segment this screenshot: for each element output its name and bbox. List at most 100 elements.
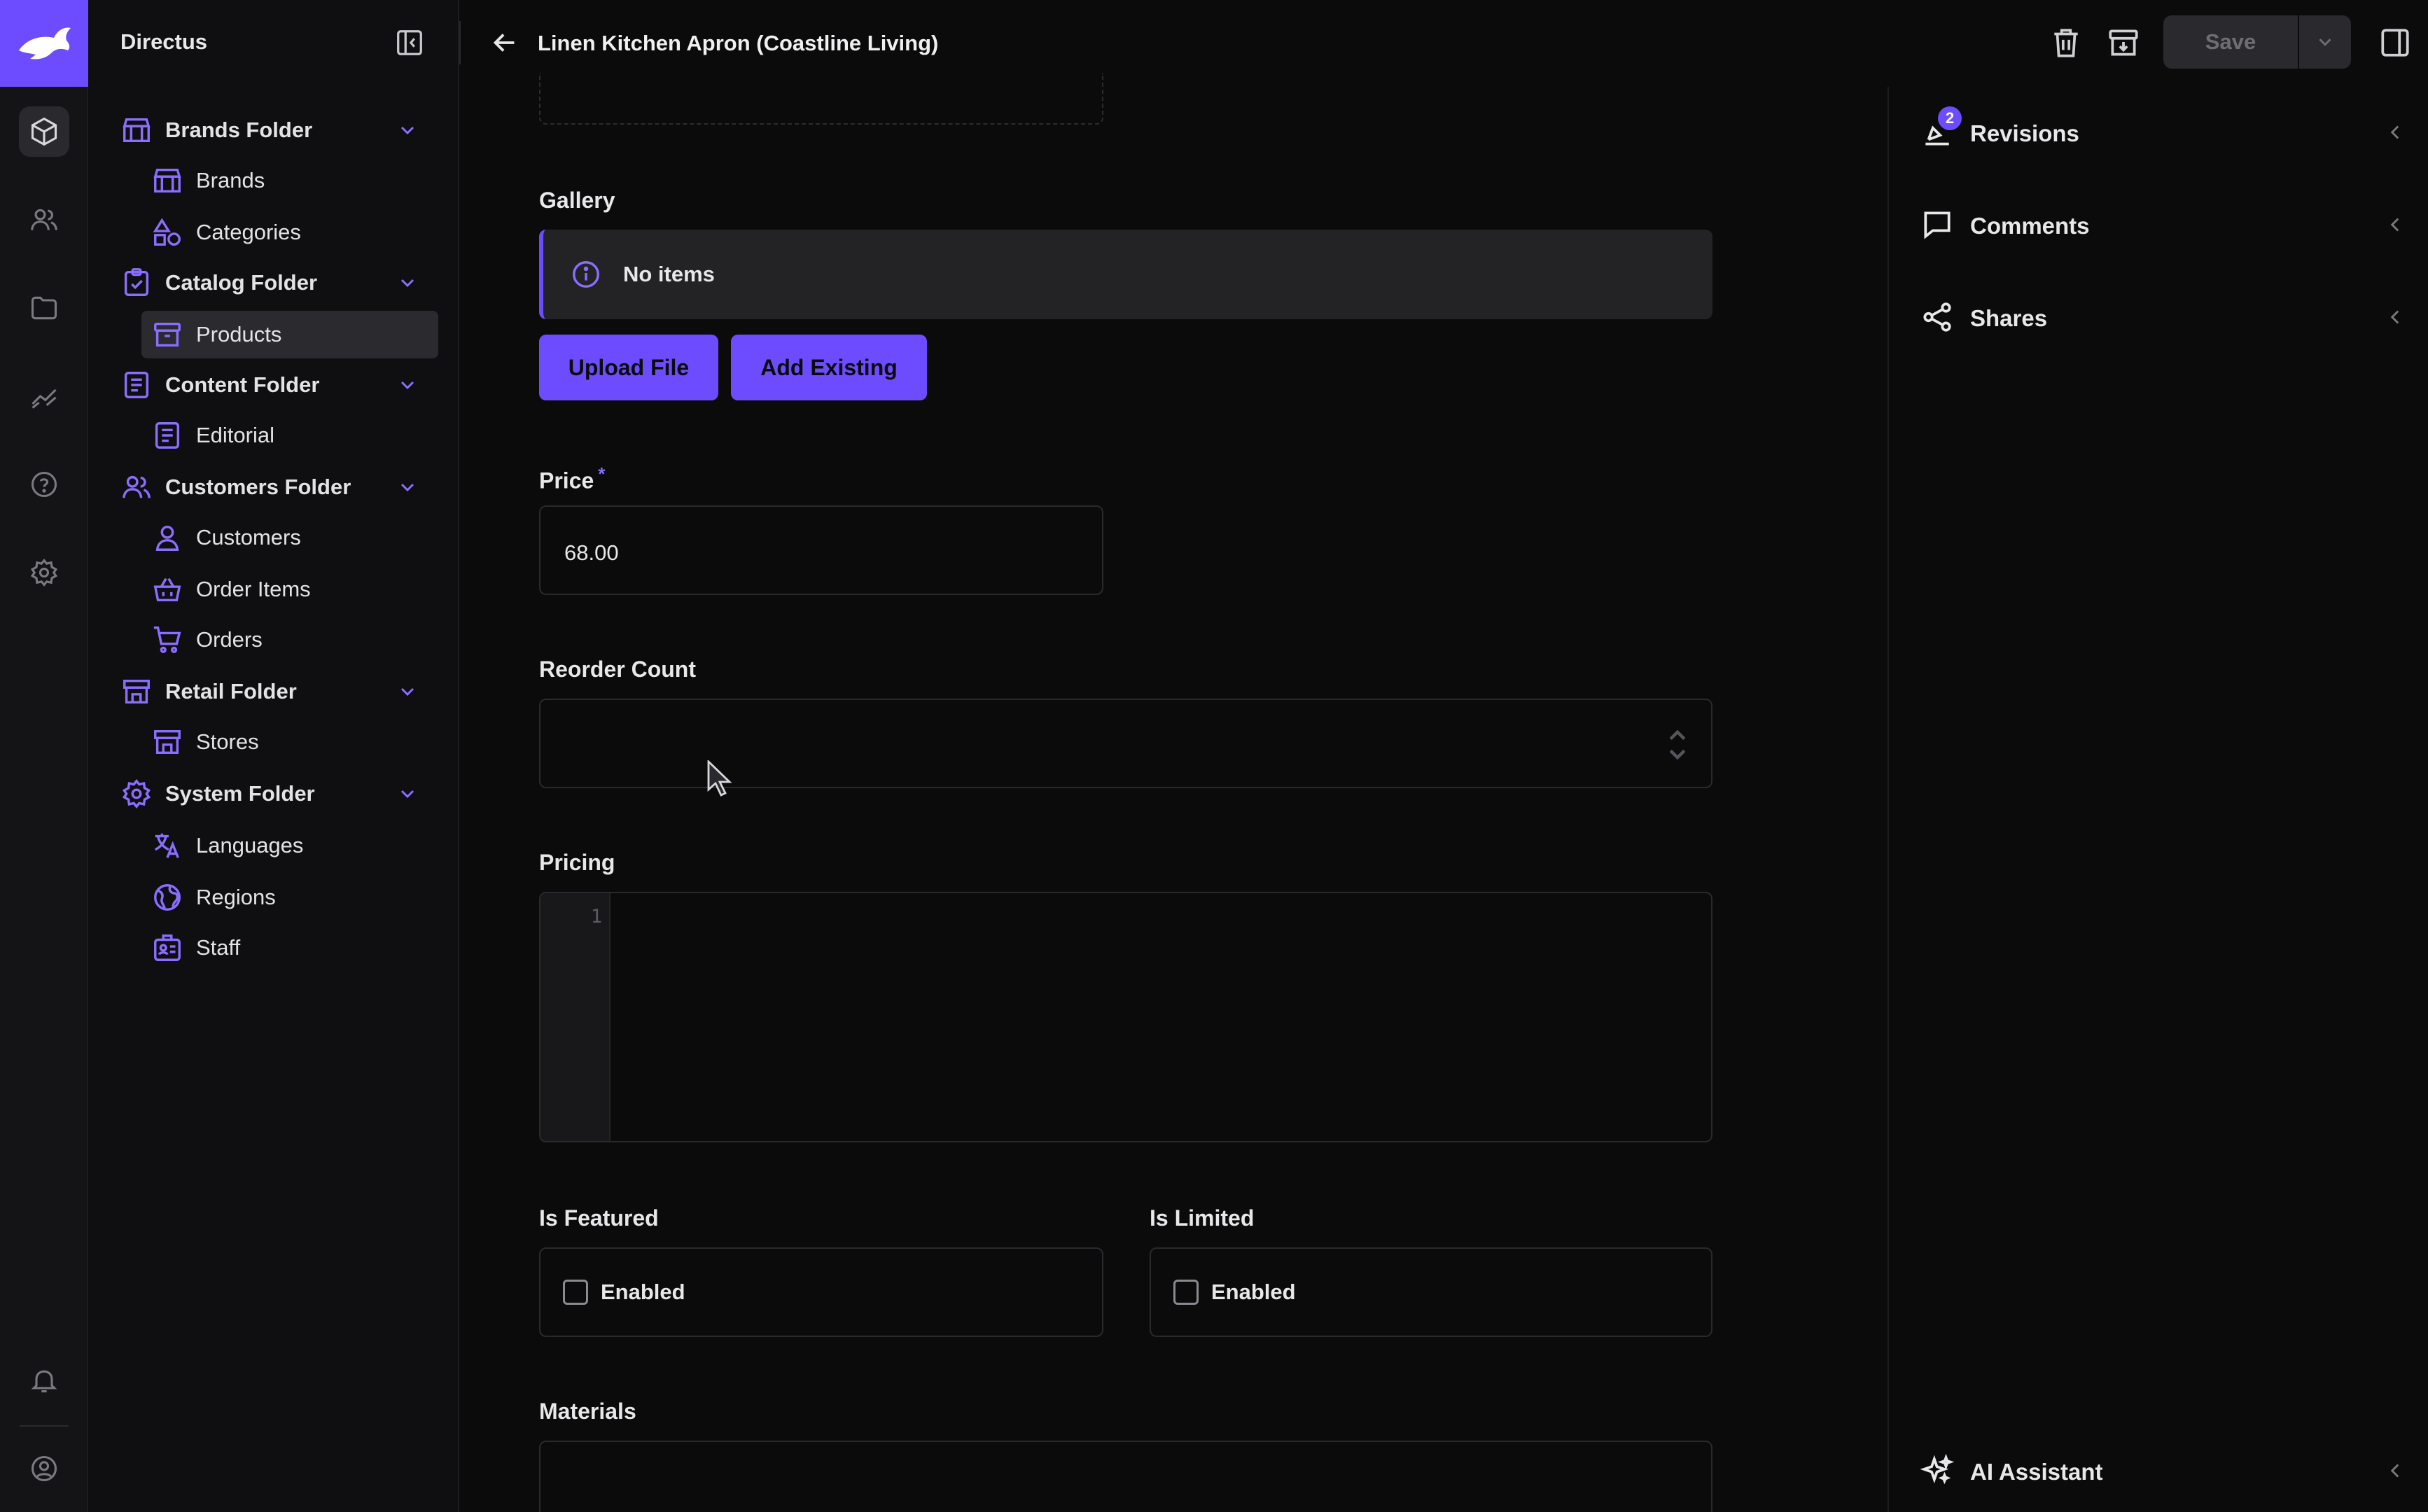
checkbox-icon[interactable] bbox=[563, 1280, 588, 1305]
price-value: 68.00 bbox=[564, 540, 619, 565]
rail-divider bbox=[20, 1425, 69, 1427]
clipboard-check-icon bbox=[124, 268, 149, 296]
sidebar-item-label: AI Assistant bbox=[1970, 1459, 2103, 1485]
nav-folder-catalog[interactable]: Catalog Folder bbox=[120, 259, 449, 307]
nav-item-label: Regions bbox=[196, 885, 276, 909]
chevron-left-icon bbox=[2390, 125, 2399, 139]
notice-text: No items bbox=[623, 262, 715, 286]
content-module-icon[interactable] bbox=[19, 106, 69, 157]
pricing-label: Pricing bbox=[539, 850, 615, 875]
stepper-arrows-icon[interactable] bbox=[1665, 725, 1690, 764]
nav-item-label: Products bbox=[196, 322, 282, 346]
nav-folder-brands[interactable]: Brands Folder bbox=[120, 106, 449, 154]
checkbox-icon[interactable] bbox=[1173, 1280, 1199, 1305]
nav-item-label: Brands Folder bbox=[165, 118, 313, 142]
nav-item-order-items[interactable]: Order Items bbox=[141, 566, 449, 613]
sidebar-comments[interactable]: Comments bbox=[1889, 193, 2428, 256]
nav-item-staff[interactable]: Staff bbox=[141, 924, 449, 972]
price-input[interactable]: 68.00 bbox=[539, 505, 1103, 595]
collapse-sidebar-icon[interactable] bbox=[393, 27, 426, 59]
is-featured-label: Is Featured bbox=[539, 1205, 659, 1231]
chevron-down-icon[interactable] bbox=[396, 374, 419, 396]
gallery-empty-notice: No items bbox=[539, 230, 1712, 319]
users-module-icon[interactable] bbox=[19, 195, 69, 245]
nav-item-categories[interactable]: Categories bbox=[141, 209, 449, 256]
info-icon bbox=[573, 261, 599, 288]
nav-item-label: Catalog Folder bbox=[165, 270, 318, 295]
storefront-icon bbox=[154, 729, 181, 755]
notifications-bell-icon[interactable] bbox=[19, 1355, 69, 1406]
price-label-text: Price bbox=[539, 468, 594, 493]
chevron-left-icon bbox=[2390, 310, 2399, 324]
nav-item-orders[interactable]: Orders bbox=[141, 616, 449, 664]
article-icon bbox=[124, 372, 149, 398]
is-featured-toggle[interactable]: Enabled bbox=[539, 1247, 1103, 1337]
chevron-down-icon[interactable] bbox=[396, 272, 419, 294]
rabbit-logo-icon bbox=[19, 27, 71, 59]
nav-item-customers[interactable]: Customers bbox=[141, 514, 449, 561]
nav-folder-customers[interactable]: Customers Folder bbox=[120, 463, 449, 511]
module-bar bbox=[0, 0, 88, 1512]
nav-item-label: Order Items bbox=[196, 577, 311, 601]
directus-logo[interactable] bbox=[0, 0, 88, 87]
nav-item-label: Staff bbox=[196, 935, 241, 960]
nav-item-label: Categories bbox=[196, 220, 301, 244]
nav-item-label: Brands bbox=[196, 168, 265, 192]
chevron-left-icon bbox=[2390, 218, 2399, 232]
pricing-code-editor[interactable]: 1 bbox=[539, 892, 1712, 1142]
nav-item-label: Languages bbox=[196, 833, 304, 858]
nav-folder-retail[interactable]: Retail Folder bbox=[120, 668, 449, 715]
save-options-button[interactable] bbox=[2299, 15, 2351, 69]
nav-item-languages[interactable]: Languages bbox=[141, 822, 449, 869]
mouse-cursor-icon bbox=[707, 760, 732, 797]
toggle-sidebar-icon[interactable] bbox=[2378, 25, 2413, 60]
insights-module-icon[interactable] bbox=[19, 371, 69, 421]
delete-icon[interactable] bbox=[2049, 25, 2084, 60]
storefront-icon bbox=[123, 679, 150, 704]
nav-folder-system[interactable]: System Folder bbox=[120, 770, 449, 818]
nav-item-products[interactable]: Products bbox=[141, 311, 438, 358]
nav-item-brands[interactable]: Brands bbox=[141, 157, 449, 204]
nav-item-stores[interactable]: Stores bbox=[141, 718, 449, 766]
sidebar-ai-assistant[interactable]: AI Assistant bbox=[1889, 1439, 2428, 1502]
chevron-down-icon[interactable] bbox=[396, 783, 419, 805]
line-number-gutter: 1 bbox=[540, 893, 611, 1141]
user-account-icon[interactable] bbox=[19, 1443, 69, 1494]
upload-file-button[interactable]: Upload File bbox=[539, 335, 718, 400]
previous-field-dropzone[interactable] bbox=[539, 73, 1103, 125]
revisions-count-badge: 2 bbox=[1938, 106, 1962, 130]
badge-id-icon bbox=[154, 934, 181, 961]
article-icon bbox=[155, 422, 180, 449]
arrow-back-icon[interactable] bbox=[489, 27, 521, 59]
chevron-down-icon[interactable] bbox=[396, 476, 419, 498]
save-button[interactable]: Save bbox=[2163, 15, 2298, 69]
nav-item-label: Editorial bbox=[196, 423, 274, 447]
nav-item-editorial[interactable]: Editorial bbox=[141, 412, 449, 459]
users-icon bbox=[123, 475, 151, 498]
nav-folder-content[interactable]: Content Folder bbox=[120, 361, 449, 409]
chevron-down-icon[interactable] bbox=[396, 680, 419, 703]
nav-item-label: Retail Folder bbox=[165, 679, 297, 704]
archive-box-icon bbox=[154, 322, 181, 347]
files-module-icon[interactable] bbox=[19, 283, 69, 333]
materials-input[interactable] bbox=[539, 1441, 1712, 1512]
sidebar-item-label: Shares bbox=[1970, 305, 2048, 331]
materials-label: Materials bbox=[539, 1399, 636, 1424]
chevron-down-icon bbox=[2319, 38, 2331, 46]
is-limited-toggle[interactable]: Enabled bbox=[1150, 1247, 1712, 1337]
sidebar-shares[interactable]: Shares bbox=[1889, 286, 2428, 349]
settings-module-icon[interactable] bbox=[19, 547, 69, 598]
nav-item-label: Customers bbox=[196, 525, 301, 550]
chevron-down-icon[interactable] bbox=[396, 119, 419, 141]
archive-icon[interactable] bbox=[2106, 25, 2141, 60]
nav-item-regions[interactable]: Regions bbox=[141, 874, 449, 921]
globe-icon bbox=[154, 884, 181, 911]
help-module-icon[interactable] bbox=[19, 459, 69, 510]
comment-icon bbox=[1924, 211, 1951, 239]
chevron-left-icon bbox=[2390, 1464, 2399, 1478]
add-existing-button[interactable]: Add Existing bbox=[731, 335, 927, 400]
checkbox-label: Enabled bbox=[601, 1280, 685, 1304]
sidebar-revisions[interactable]: 2 Revisions bbox=[1889, 101, 2428, 164]
person-icon bbox=[155, 525, 179, 551]
nav-item-label: System Folder bbox=[165, 781, 315, 806]
